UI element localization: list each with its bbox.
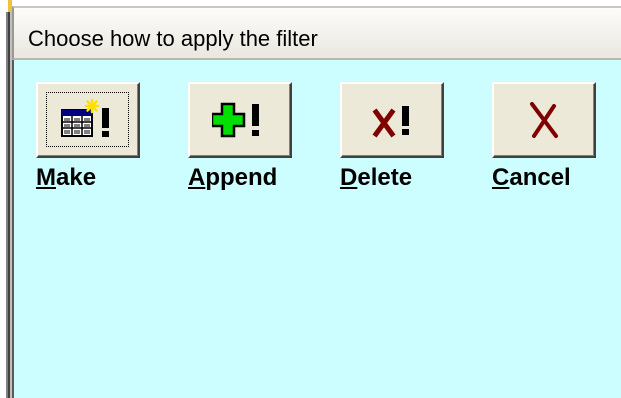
make-button[interactable] (36, 82, 140, 158)
x-exclaim-icon (364, 98, 420, 142)
tool-make: Make (36, 82, 156, 192)
make-mnemonic: M (36, 164, 56, 191)
dialog-title: Choose how to apply the filter (28, 26, 318, 51)
delete-label[interactable]: Delete (340, 164, 460, 192)
dialog-client-area: Make Append Delete Cancel (12, 60, 621, 398)
x-icon (516, 98, 572, 142)
dialog-titlebar[interactable]: Choose how to apply the filter (12, 6, 621, 60)
plus-exclaim-icon (212, 98, 268, 142)
append-button[interactable] (188, 82, 292, 158)
make-label[interactable]: Make (36, 164, 156, 192)
cancel-label[interactable]: Cancel (492, 164, 612, 192)
focus-rectangle (46, 92, 129, 147)
filter-dialog: Choose how to apply the filter Make Appe… (0, 0, 621, 398)
tool-cancel: Cancel (492, 82, 612, 192)
tool-delete: Delete (340, 82, 460, 192)
append-label[interactable]: Append (188, 164, 308, 192)
make-label-rest: ake (56, 164, 97, 191)
delete-button[interactable] (340, 82, 444, 158)
cancel-mnemonic: C (492, 164, 510, 191)
cancel-button[interactable] (492, 82, 596, 158)
cancel-label-rest: ancel (509, 164, 571, 191)
delete-mnemonic: D (340, 164, 358, 191)
tool-append: Append (188, 82, 308, 192)
delete-label-rest: elete (357, 164, 413, 191)
append-label-rest: ppend (205, 164, 278, 191)
append-mnemonic: A (188, 164, 206, 191)
